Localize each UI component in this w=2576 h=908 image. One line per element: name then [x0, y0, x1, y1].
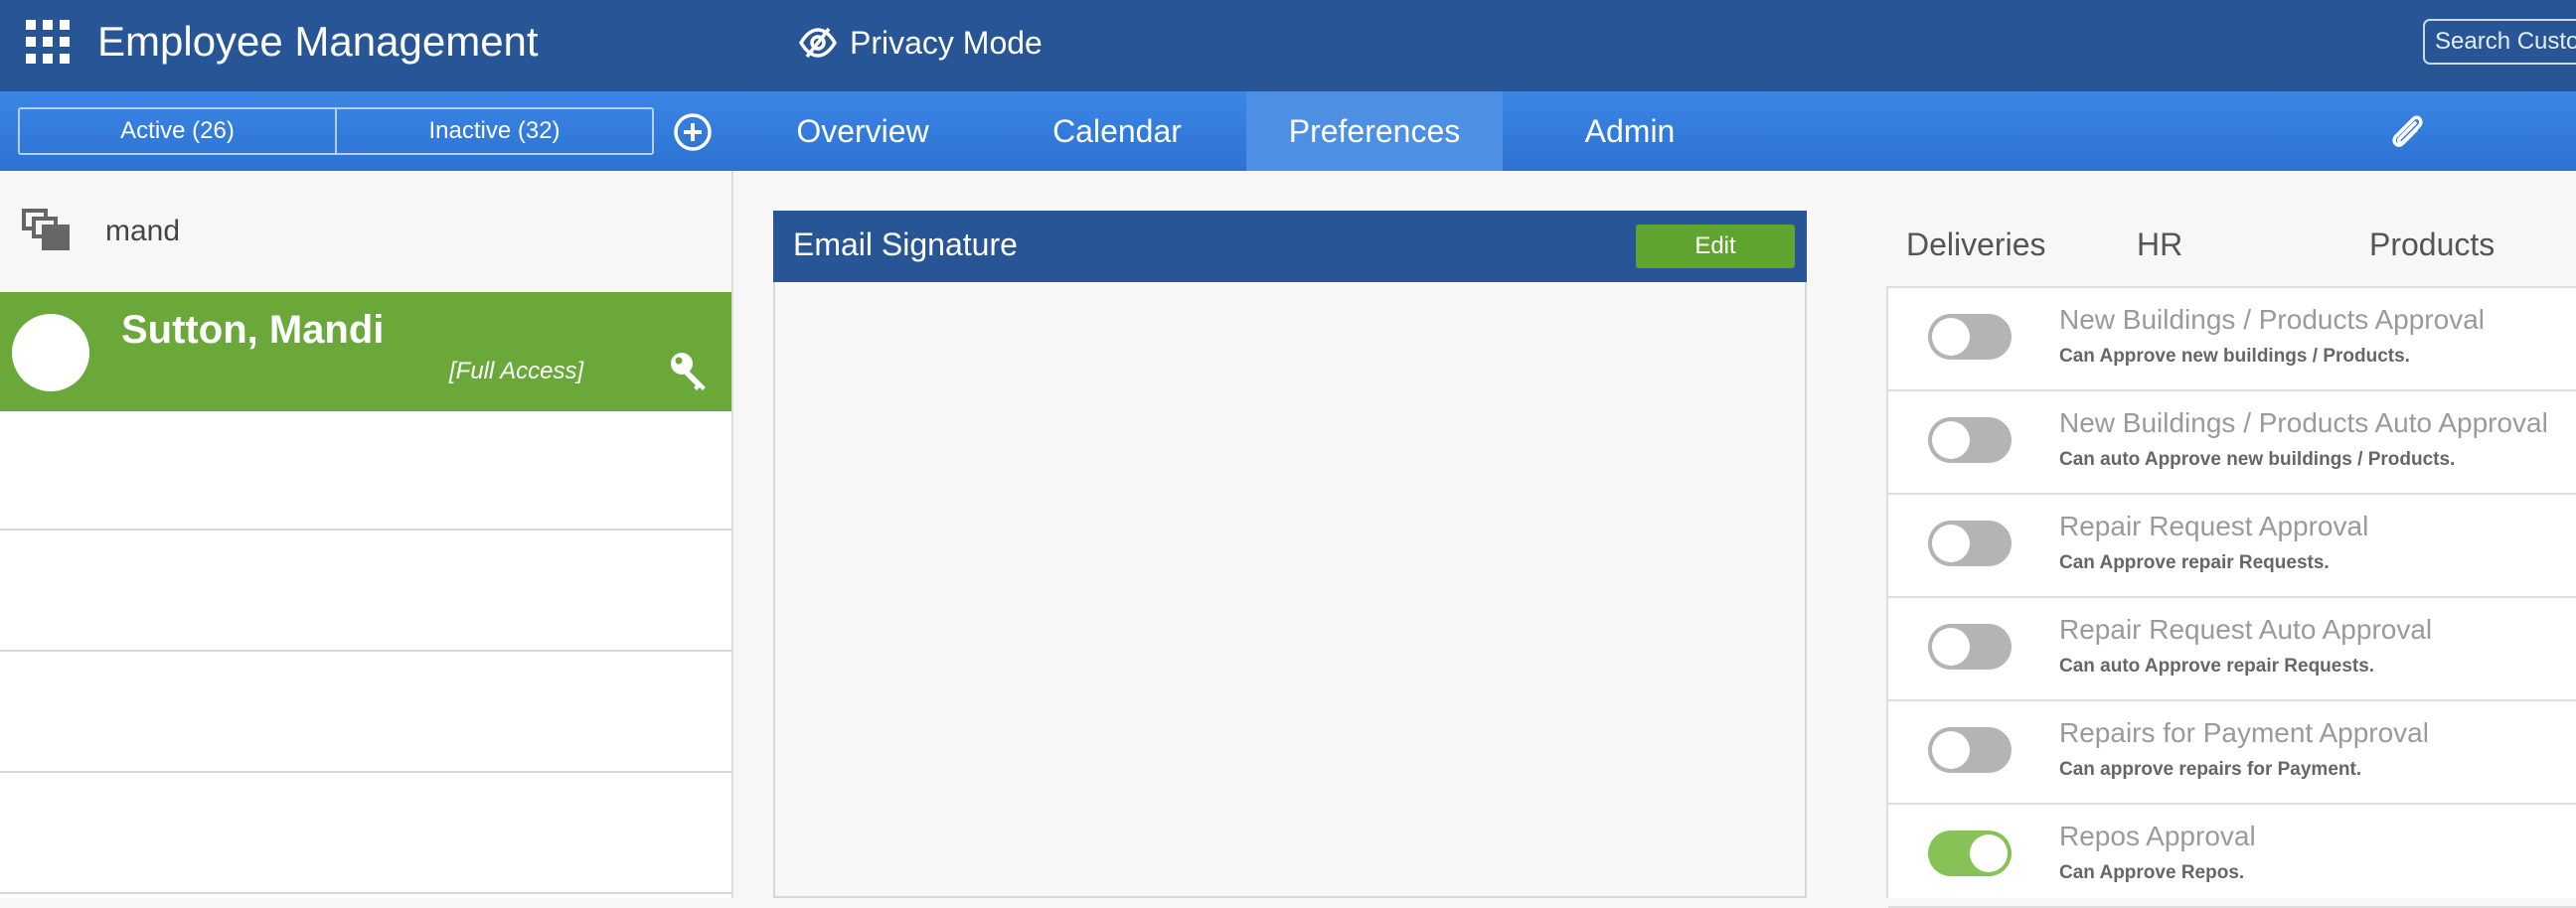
app-title: Employee Management [97, 18, 539, 65]
permission-row: Repair Request Auto Approval Can auto Ap… [1888, 598, 2576, 701]
employee-status-switch: Active (26) Inactive (32) [18, 107, 654, 155]
list-item[interactable] [0, 775, 731, 894]
active-employees-button[interactable]: Active (26) [20, 109, 335, 153]
email-signature-header: Email Signature Edit [773, 211, 1807, 282]
stacked-squares-icon[interactable] [22, 209, 76, 254]
permission-title: Repairs for Payment Approval [2059, 717, 2429, 748]
permission-toggle[interactable] [1928, 831, 2012, 876]
permission-title: New Buildings / Products Auto Approval [2059, 407, 2548, 438]
permission-title: Repos Approval [2059, 821, 2256, 851]
tab-products[interactable]: Products [2369, 227, 2495, 270]
edit-signature-button[interactable]: Edit [1636, 225, 1795, 268]
permission-row: Repos Approval Can Approve Repos. [1888, 805, 2576, 908]
permission-description: Can approve repairs for Payment. [2059, 759, 2362, 780]
permission-title: New Buildings / Products Approval [2059, 304, 2485, 335]
permission-title: Repair Request Auto Approval [2059, 614, 2433, 645]
permission-toggle[interactable] [1928, 624, 2012, 670]
permission-list: New Buildings / Products Approval Can Ap… [1886, 286, 2576, 908]
employee-list-item-selected[interactable]: Sutton, Mandi [Full Access] [0, 292, 731, 411]
privacy-mode-toggle[interactable]: Privacy Mode [798, 20, 1043, 66]
permission-row: Repair Request Approval Can Approve repa… [1888, 495, 2576, 598]
permission-description: Can Approve new buildings / Products. [2059, 346, 2410, 367]
eye-slash-icon [798, 27, 838, 59]
tab-hr[interactable]: HR [2137, 227, 2182, 270]
employee-name: Sutton, Mandi [121, 308, 385, 352]
permission-description: Can Approve repair Requests. [2059, 552, 2330, 573]
inactive-employees-button[interactable]: Inactive (32) [335, 109, 652, 153]
email-signature-body [773, 211, 1807, 898]
employee-list-panel: Sutton, Mandi [Full Access] [0, 171, 733, 898]
list-item[interactable] [0, 411, 731, 530]
permission-toggle[interactable] [1928, 314, 2012, 360]
tab-calendar[interactable]: Calendar [1018, 91, 1216, 171]
permission-toggle[interactable] [1928, 417, 2012, 463]
employee-access-level: [Full Access] [449, 358, 584, 384]
permission-description: Can Approve Repos. [2059, 862, 2245, 883]
list-item[interactable] [0, 654, 731, 773]
apps-grid-icon[interactable] [26, 20, 70, 64]
permission-row: Repairs for Payment Approval Can approve… [1888, 701, 2576, 805]
permission-description: Can auto Approve new buildings / Product… [2059, 449, 2456, 470]
tab-overview[interactable]: Overview [763, 91, 962, 171]
employee-filter-input[interactable] [105, 209, 702, 254]
tab-admin[interactable]: Admin [1530, 91, 1729, 171]
permission-description: Can auto Approve repair Requests. [2059, 656, 2375, 677]
avatar [12, 314, 89, 391]
list-item[interactable] [0, 532, 731, 652]
paperclip-icon[interactable] [2385, 109, 2429, 153]
email-signature-title: Email Signature [793, 227, 1018, 262]
employee-filter-row [0, 171, 731, 292]
app-header: Employee Management Privacy Mode [0, 0, 2576, 91]
tab-deliveries[interactable]: Deliveries [1906, 227, 2045, 270]
search-input[interactable] [2423, 19, 2576, 65]
permission-toggle[interactable] [1928, 727, 2012, 773]
privacy-mode-label: Privacy Mode [850, 24, 1043, 61]
key-icon [671, 353, 706, 390]
permission-toggle[interactable] [1928, 521, 2012, 566]
permission-title: Repair Request Approval [2059, 511, 2369, 541]
plus-circle-icon[interactable] [672, 111, 714, 153]
tab-preferences[interactable]: Preferences [1246, 91, 1503, 171]
permission-row: New Buildings / Products Auto Approval C… [1888, 391, 2576, 495]
nav-bar: Active (26) Inactive (32) Overview Calen… [0, 91, 2576, 171]
permission-row: New Buildings / Products Approval Can Ap… [1888, 288, 2576, 391]
